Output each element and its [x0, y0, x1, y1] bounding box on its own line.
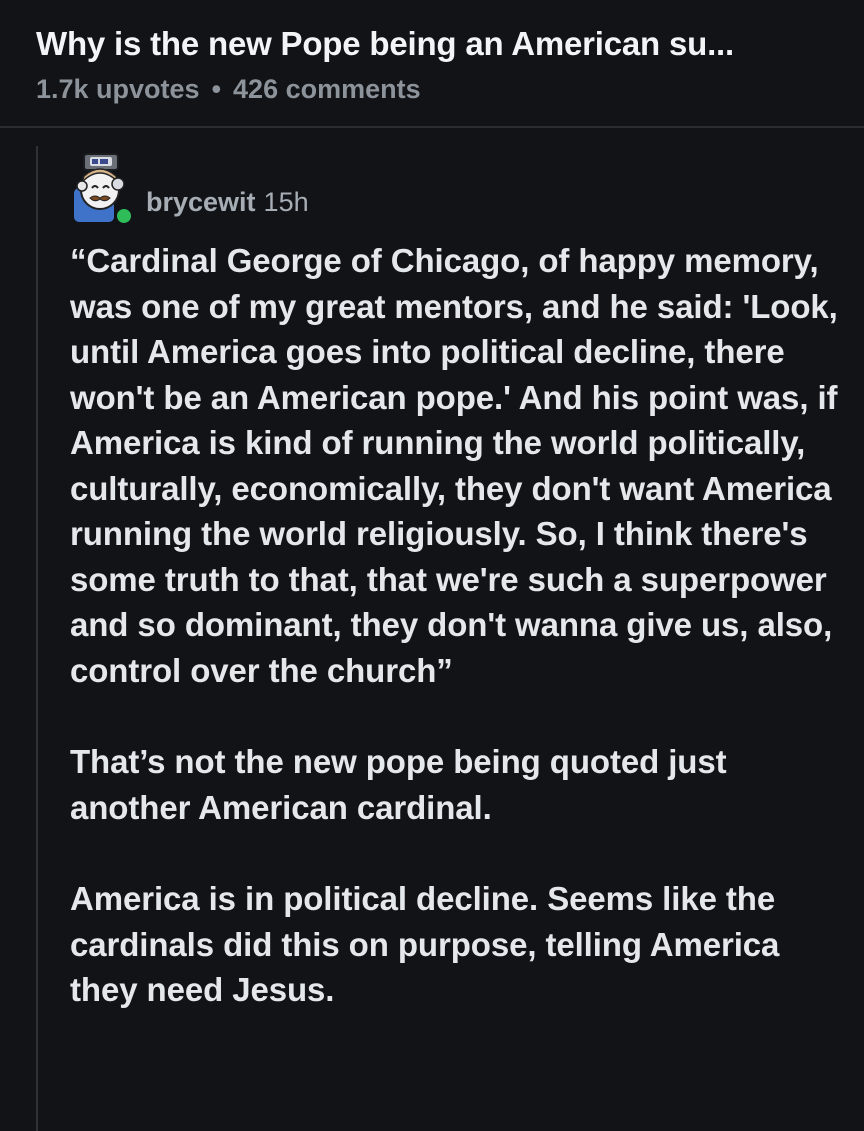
comment-paragraph: “Cardinal George of Chicago, of happy me… [70, 242, 838, 689]
comment: brycewit 15h “Cardinal George of Chicago… [70, 148, 840, 1013]
upvote-count: 1.7k upvotes [36, 74, 200, 104]
comment-header: brycewit 15h [70, 148, 840, 228]
comment-timestamp: 15h [263, 186, 309, 217]
comment-paragraph: America is in political decline. Seems l… [70, 880, 780, 1008]
comment-body: “Cardinal George of Chicago, of happy me… [70, 238, 840, 1013]
comment-count: 426 comments [233, 74, 421, 104]
post-title[interactable]: Why is the new Pope being an American su… [36, 24, 828, 64]
online-status-indicator [114, 206, 134, 226]
thread-line[interactable] [36, 146, 38, 1131]
post-meta: 1.7k upvotes • 426 comments [36, 72, 828, 106]
meta-separator: • [211, 74, 222, 104]
comment-paragraph: That’s not the new pope being quoted jus… [70, 743, 727, 826]
comment-username[interactable]: brycewit [146, 187, 256, 218]
snoo-avatar-icon[interactable] [70, 148, 134, 228]
post-header: Why is the new Pope being an American su… [0, 0, 864, 128]
